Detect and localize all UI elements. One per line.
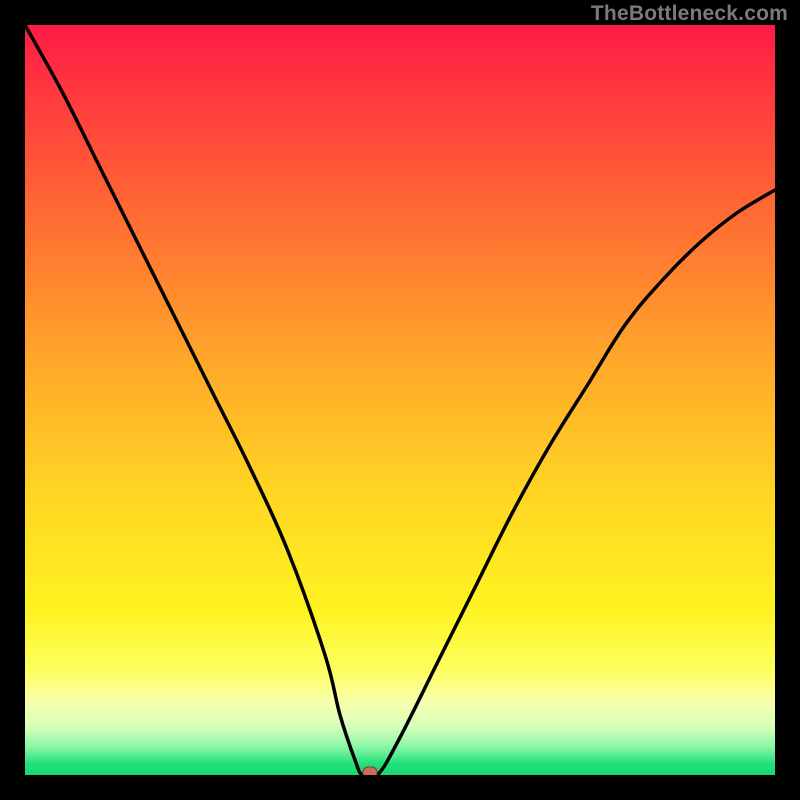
bottleneck-plot (25, 25, 775, 775)
gradient-bg (25, 25, 775, 775)
chart-frame: TheBottleneck.com (0, 0, 800, 800)
optimum-marker (363, 767, 377, 775)
watermark-text: TheBottleneck.com (591, 2, 788, 26)
